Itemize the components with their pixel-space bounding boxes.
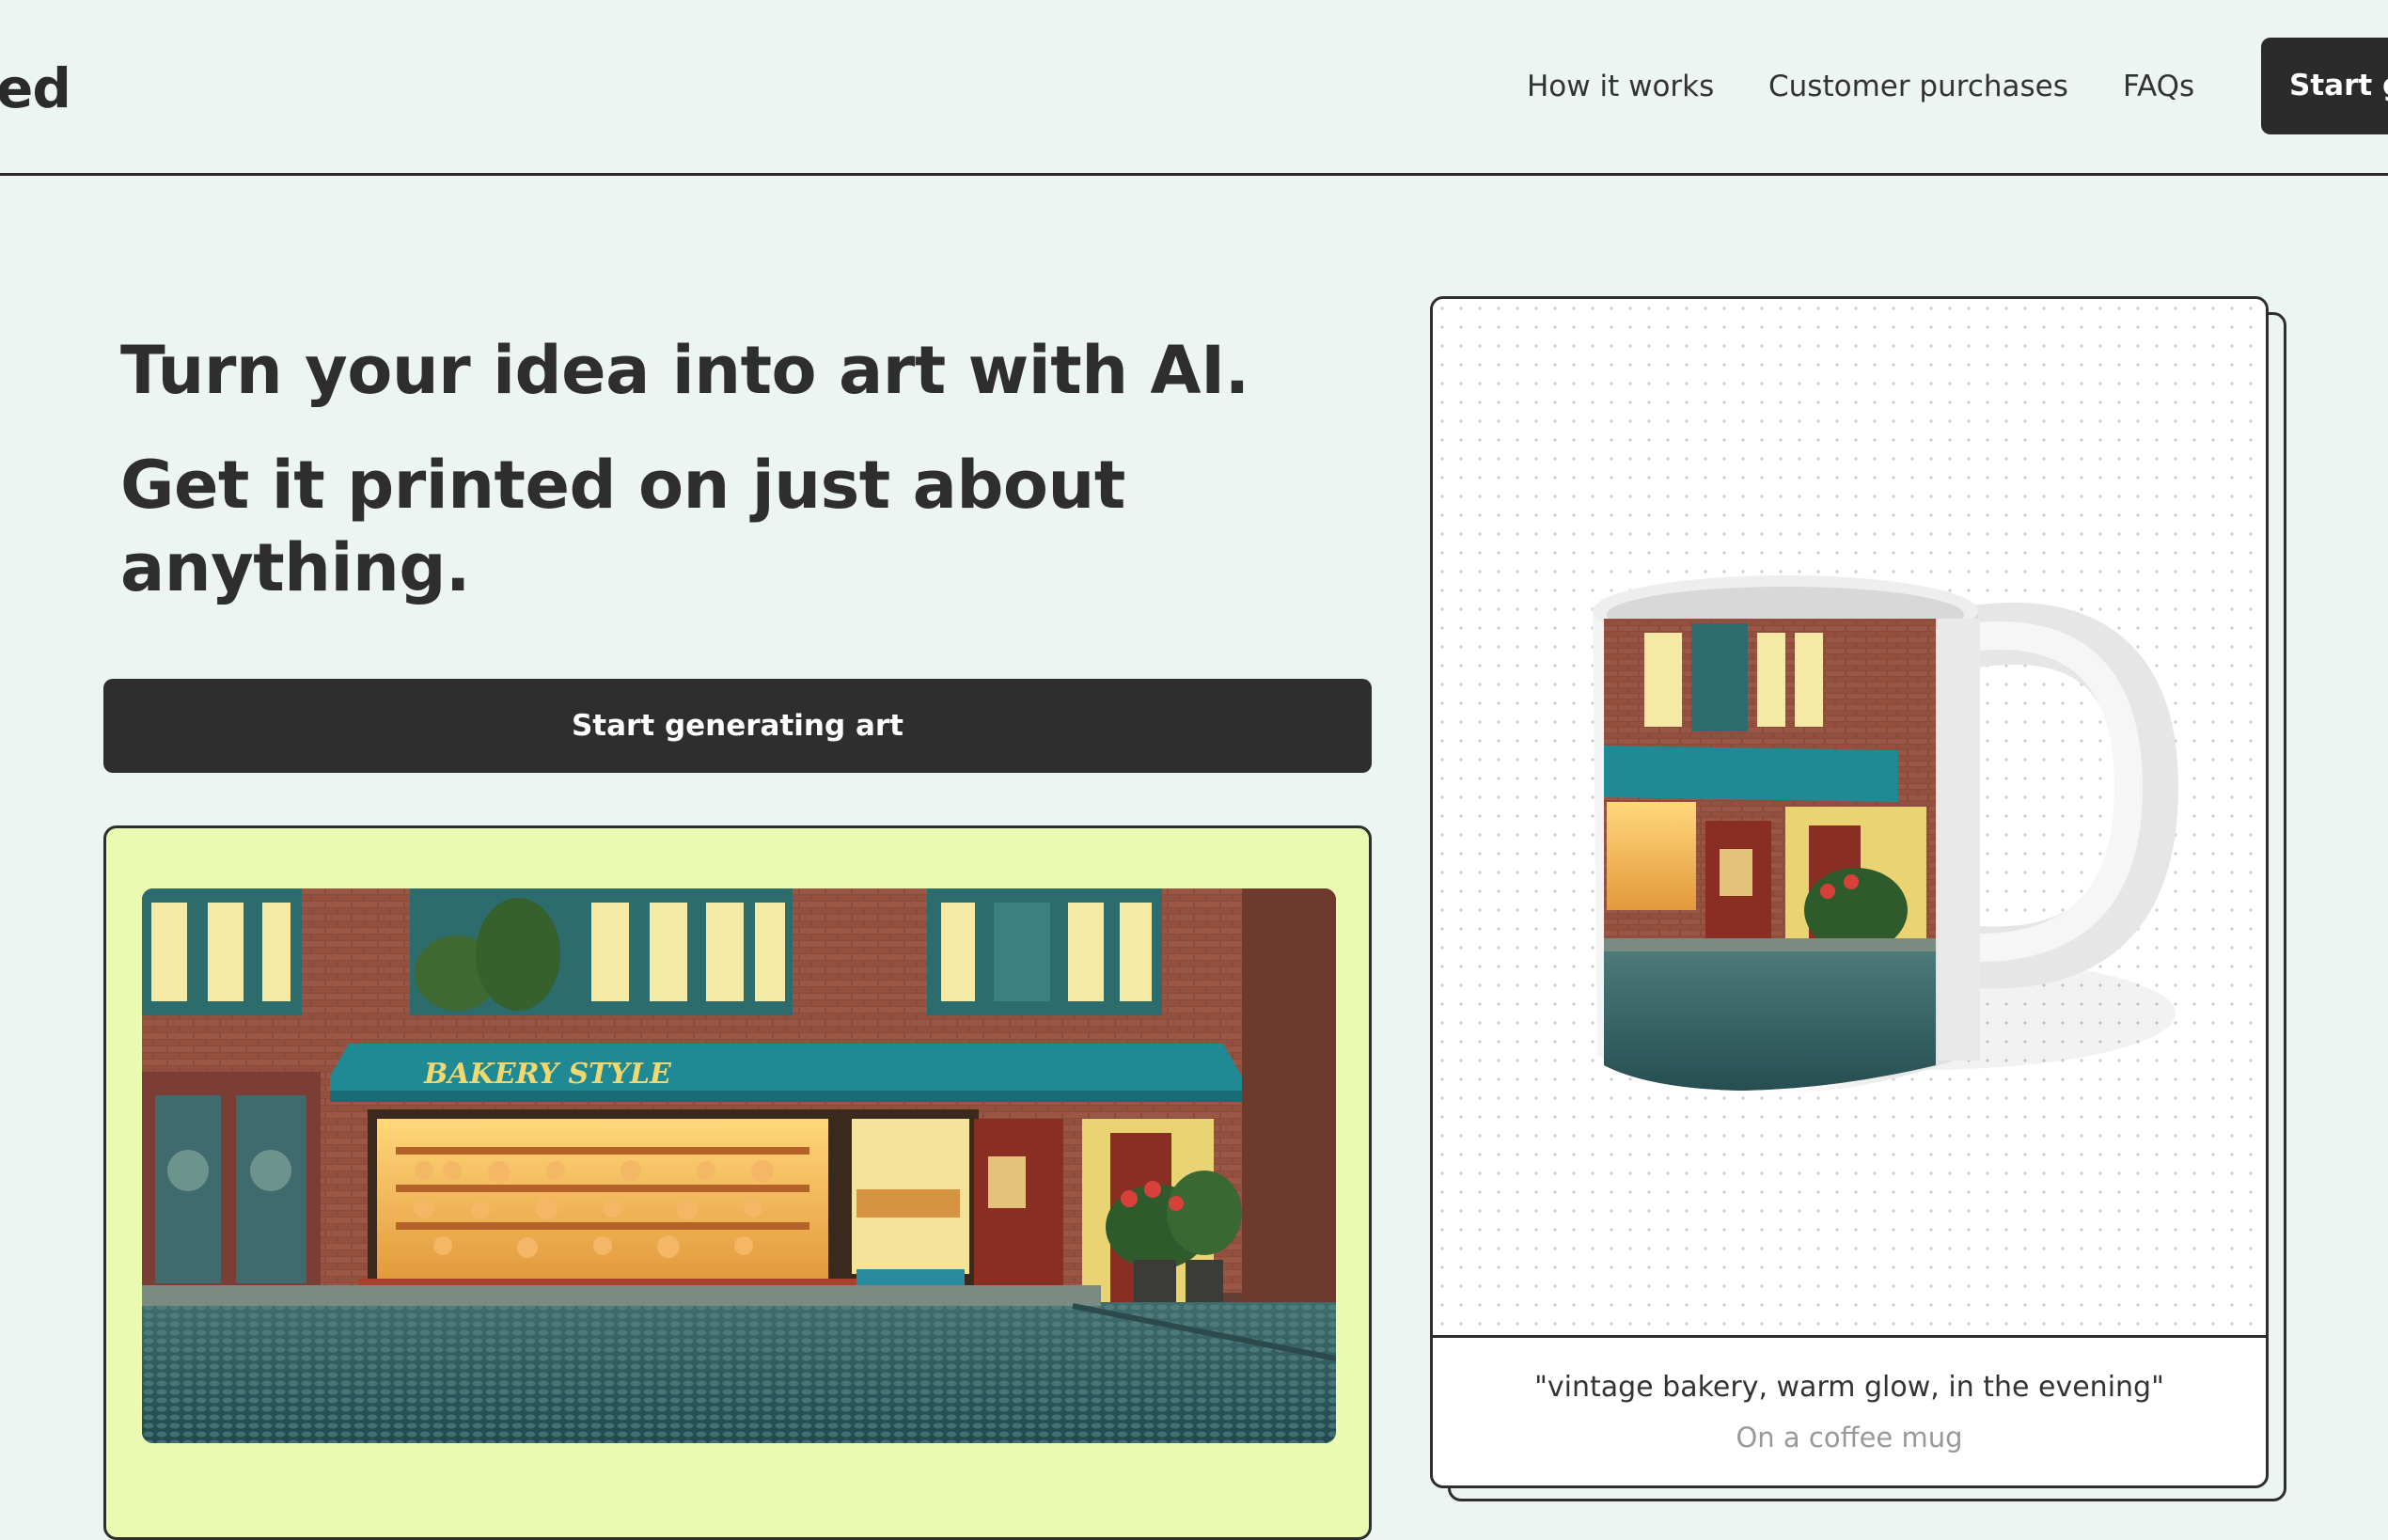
mug-image-stage [1433, 299, 2266, 1338]
nav-link-how-it-works[interactable]: How it works [1527, 70, 1714, 103]
start-generating-button[interactable]: Start generating art [103, 679, 1372, 773]
nav-link-faqs[interactable]: FAQs [2123, 70, 2194, 103]
hero-subheadline: Get it printed on just about anything. [120, 447, 1125, 606]
hero-headline: Turn your idea into art with AI. [120, 332, 1249, 409]
bakery-artwork-image: BAKERY STYLE [142, 888, 1336, 1443]
awning-sign-text: BAKERY STYLE [423, 1058, 672, 1091]
mug-preview-card: "vintage bakery, warm glow, in the eveni… [1430, 296, 2269, 1488]
brand-logo[interactable]: ed [0, 56, 71, 120]
coffee-mug-image [1593, 575, 2179, 1093]
nav-link-customer-purchases[interactable]: Customer purchases [1768, 70, 2068, 103]
prompt-caption: "vintage bakery, warm glow, in the eveni… [1534, 1371, 2164, 1404]
nav-start-button[interactable]: Start generating art [2261, 38, 2388, 134]
product-caption: On a coffee mug [1736, 1422, 1963, 1454]
generated-art-card: BAKERY STYLE [103, 825, 1372, 1540]
top-nav: ed How it works Customer purchases FAQs … [0, 0, 2388, 176]
